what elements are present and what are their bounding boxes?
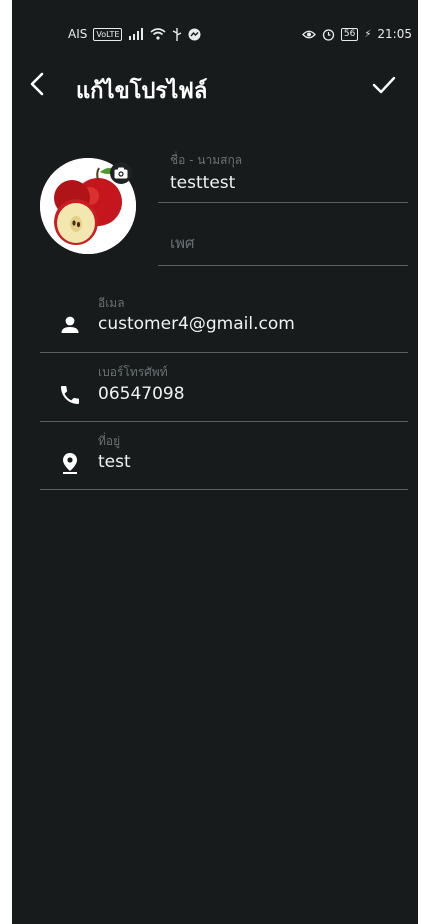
status-bar: AIS VoLTE 56 ⚡ 21:05 [12,0,418,47]
address-field[interactable] [40,448,408,488]
check-icon [372,76,396,94]
app-bar: แก้ไขโปรไฟล์ [12,47,418,113]
alarm-icon [322,28,335,41]
phone-value: 06547098 [98,384,185,404]
address-value: test [98,452,131,472]
name-underline [158,202,408,203]
status-left: AIS VoLTE [68,27,201,41]
volte-badge: VoLTE [93,27,123,41]
phone-underline [40,421,408,422]
wifi-icon [150,28,166,40]
charging-icon: ⚡ [364,28,372,40]
gender-input[interactable] [158,222,408,264]
email-underline [40,352,408,353]
clock: 21:05 [377,27,412,41]
name-value: testtest [170,173,236,193]
avatar-container[interactable] [40,158,136,254]
signal-icon [129,28,144,40]
page-title: แก้ไขโปรไฟล์ [76,79,208,104]
carrier-label: AIS [68,27,88,41]
status-right: 56 ⚡ 21:05 [302,27,412,41]
usb-icon [173,27,182,41]
chevron-left-icon [30,72,44,96]
gender-placeholder: เพศ [170,234,195,252]
change-photo-button[interactable] [110,162,132,184]
camera-icon [114,167,128,179]
eye-icon [302,30,316,38]
phone-field[interactable] [40,380,408,420]
save-button[interactable] [370,73,398,97]
app-screen: AIS VoLTE 56 ⚡ 21:05 แก้ไขโปรไฟล์ ชื่อ -… [12,0,418,924]
address-underline [40,489,408,490]
back-button[interactable] [26,69,50,99]
messenger-icon [188,28,201,40]
battery-level: 56 [340,27,359,41]
gender-underline [158,265,408,266]
name-label: ชื่อ - นามสกุล [170,153,243,167]
email-value: customer4@gmail.com [98,314,295,334]
